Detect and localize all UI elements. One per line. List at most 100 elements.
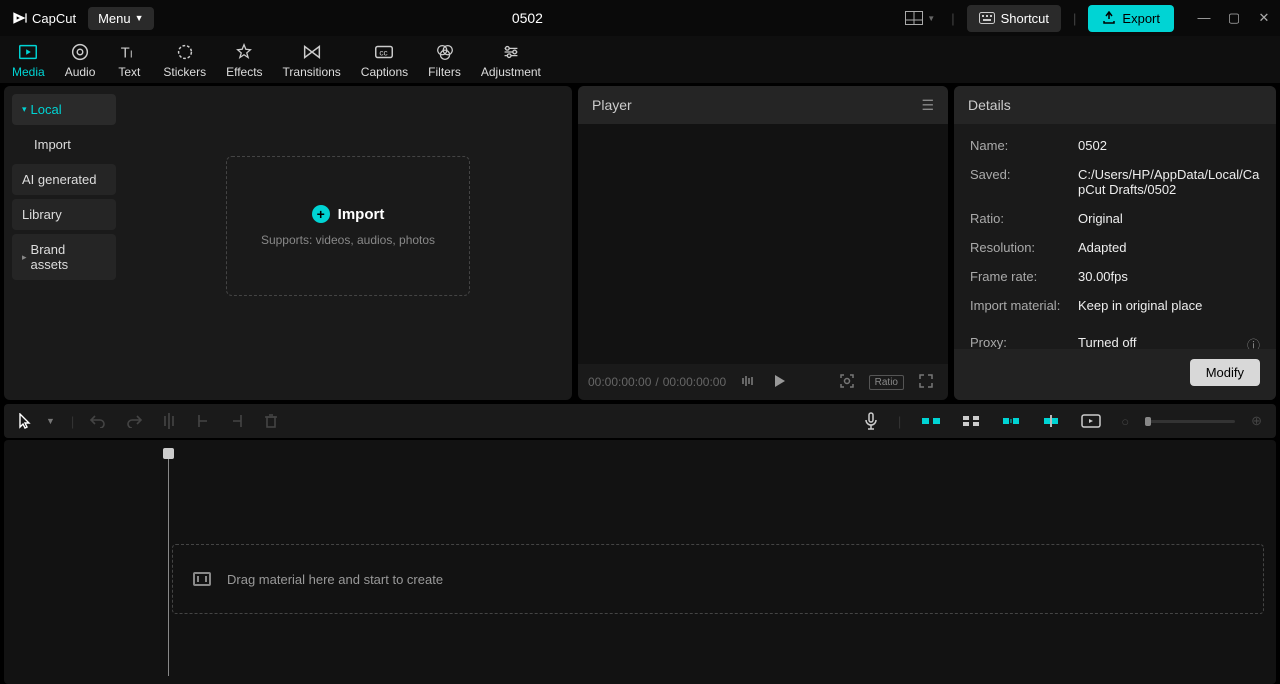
details-title: Details — [968, 97, 1011, 113]
caret-down-icon: ▾ — [22, 104, 27, 115]
zoom-in-button[interactable]: ⊕ — [1247, 411, 1266, 431]
snap-tool-4[interactable] — [1037, 412, 1065, 430]
plus-icon: + — [312, 205, 330, 223]
capcut-logo-icon — [12, 10, 28, 26]
zoom-thumb[interactable] — [1145, 417, 1151, 426]
details-panel: Details Name:0502 Saved:C:/Users/HP/AppD… — [954, 86, 1276, 400]
adjustment-icon — [500, 41, 522, 63]
stickers-icon — [174, 41, 196, 63]
details-row-resolution: Resolution:Adapted — [970, 240, 1260, 255]
player-viewport[interactable] — [578, 124, 948, 364]
project-title: 0502 — [154, 10, 902, 26]
timeline-dropzone[interactable]: Drag material here and start to create — [172, 544, 1264, 614]
sidebar-item-ai-generated[interactable]: AI generated — [12, 164, 116, 195]
svg-text:I: I — [130, 49, 133, 60]
details-footer: Modify — [954, 349, 1276, 400]
film-icon — [193, 572, 211, 586]
trim-left-button[interactable] — [192, 411, 214, 431]
hamburger-icon[interactable]: ☰ — [921, 97, 934, 114]
transitions-icon — [301, 41, 323, 63]
redo-button[interactable] — [122, 412, 146, 430]
sidebar-item-brand-assets[interactable]: ▸Brand assets — [12, 234, 116, 280]
maximize-button[interactable]: ▢ — [1226, 10, 1242, 26]
tab-filters[interactable]: Filters — [418, 37, 471, 83]
minimize-button[interactable]: — — [1196, 10, 1212, 26]
titlebar-right: ▼ | Shortcut | Export — ▢ ✕ — [901, 5, 1272, 32]
snap-tool-2[interactable] — [957, 412, 985, 430]
window-controls: — ▢ ✕ — [1196, 10, 1272, 26]
zoom-out-button[interactable]: ○ — [1117, 412, 1133, 431]
media-content: + Import Supports: videos, audios, photo… — [124, 86, 572, 400]
snap-tool-1[interactable] — [917, 413, 945, 429]
details-row-framerate: Frame rate:30.00fps — [970, 269, 1260, 284]
details-row-name: Name:0502 — [970, 138, 1260, 153]
shortcut-button[interactable]: Shortcut — [967, 5, 1061, 32]
chevron-down-icon: ▼ — [927, 14, 935, 23]
export-icon — [1102, 11, 1116, 25]
app-logo: CapCut — [8, 10, 80, 26]
tab-adjustment[interactable]: Adjustment — [471, 37, 551, 83]
scan-icon[interactable] — [835, 371, 859, 394]
details-row-import-material: Import material:Keep in original place — [970, 298, 1260, 313]
details-header: Details — [954, 86, 1276, 124]
fullscreen-icon[interactable] — [914, 371, 938, 394]
player-header: Player ☰ — [578, 86, 948, 124]
timeline-toolbar: ▼ | | ○ ⊕ — [4, 404, 1276, 438]
volume-icon[interactable] — [736, 372, 760, 393]
timeline[interactable]: Drag material here and start to create — [4, 440, 1276, 684]
player-title: Player — [592, 97, 632, 113]
audio-icon — [69, 41, 91, 63]
sidebar-item-import[interactable]: Import — [12, 129, 116, 160]
delete-button[interactable] — [260, 411, 282, 431]
playhead[interactable] — [168, 448, 169, 676]
drop-hint: Drag material here and start to create — [227, 572, 443, 587]
trim-right-button[interactable] — [226, 411, 248, 431]
text-icon: TI — [118, 41, 140, 63]
tab-transitions[interactable]: Transitions — [273, 37, 351, 83]
pointer-tool[interactable] — [14, 411, 36, 431]
details-row-ratio: Ratio:Original — [970, 211, 1260, 226]
close-button[interactable]: ✕ — [1256, 10, 1272, 26]
tab-captions[interactable]: cc Captions — [351, 37, 418, 83]
undo-button[interactable] — [86, 412, 110, 430]
play-button[interactable] — [770, 372, 790, 393]
ratio-button[interactable]: Ratio — [869, 375, 904, 390]
app-name: CapCut — [32, 11, 76, 26]
layout-switcher[interactable]: ▼ — [901, 7, 939, 29]
effects-icon — [233, 41, 255, 63]
tab-stickers[interactable]: Stickers — [153, 37, 216, 83]
filters-icon — [434, 41, 456, 63]
tab-text[interactable]: TI Text — [105, 37, 153, 83]
tab-media[interactable]: Media — [2, 37, 55, 83]
time-total: 00:00:00:00 — [663, 375, 726, 389]
tab-effects[interactable]: Effects — [216, 37, 272, 83]
menu-button[interactable]: Menu ▼ — [88, 7, 153, 30]
sidebar-item-local[interactable]: ▾Local — [12, 94, 116, 125]
import-title: + Import — [312, 205, 385, 223]
preview-icon[interactable] — [1077, 412, 1105, 430]
caret-right-icon: ▸ — [22, 252, 27, 263]
time-current: 00:00:00:00 — [588, 375, 651, 389]
info-icon[interactable]: ⓘ — [1247, 335, 1260, 349]
export-button[interactable]: Export — [1088, 5, 1174, 32]
titlebar: CapCut Menu ▼ 0502 ▼ | Shortcut | Export… — [0, 0, 1280, 36]
keyboard-icon — [979, 12, 995, 24]
zoom-slider[interactable] — [1145, 420, 1235, 423]
main-panels: ▾Local Import AI generated Library ▸Bran… — [0, 84, 1280, 402]
split-button[interactable] — [158, 411, 180, 431]
playhead-handle[interactable] — [163, 448, 174, 459]
tab-audio[interactable]: Audio — [55, 37, 106, 83]
player-panel: Player ☰ 00:00:00:00 / 00:00:00:00 Ratio — [578, 86, 948, 400]
svg-text:cc: cc — [380, 48, 388, 57]
modify-button[interactable]: Modify — [1190, 359, 1260, 386]
details-row-saved: Saved:C:/Users/HP/AppData/Local/CapCut D… — [970, 167, 1260, 197]
chevron-down-icon: ▼ — [135, 13, 144, 23]
pointer-dropdown[interactable]: ▼ — [42, 414, 59, 428]
details-body: Name:0502 Saved:C:/Users/HP/AppData/Loca… — [954, 124, 1276, 349]
import-subtitle: Supports: videos, audios, photos — [261, 233, 435, 247]
media-icon — [17, 41, 39, 63]
mic-icon[interactable] — [860, 410, 882, 432]
sidebar-item-library[interactable]: Library — [12, 199, 116, 230]
snap-tool-3[interactable] — [997, 413, 1025, 429]
import-dropzone[interactable]: + Import Supports: videos, audios, photo… — [226, 156, 470, 296]
